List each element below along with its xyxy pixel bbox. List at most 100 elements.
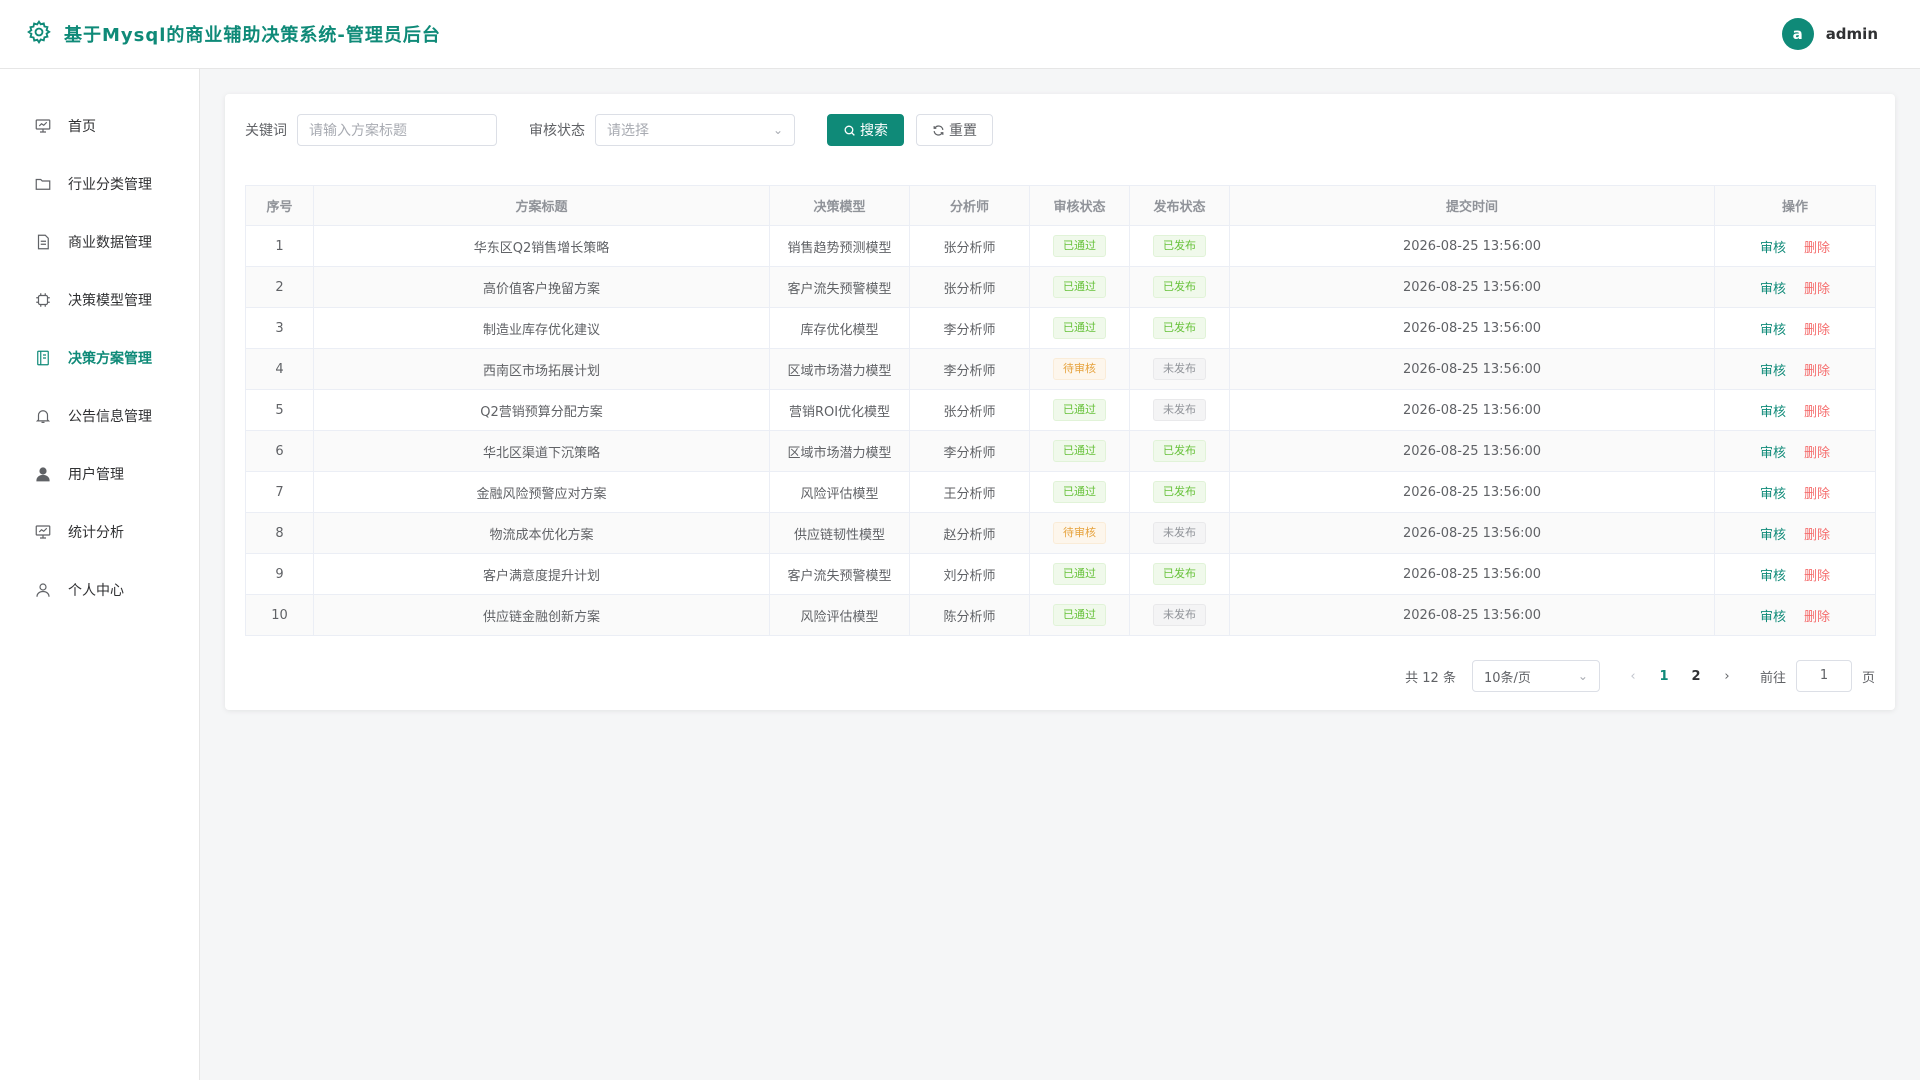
submit-time: 2026-08-25 13:56:00 — [1229, 307, 1715, 349]
publish-cell: 已发布 — [1129, 307, 1230, 349]
chevron-down-icon: ⌄ — [772, 123, 783, 137]
prev-page-icon[interactable]: ‹ — [1618, 669, 1648, 684]
sidebar: 首页 行业分类管理 商业数据管理 决策模型管理 决策方案管理 公告信息管理 用户… — [0, 69, 200, 1080]
analyst: 赵分析师 — [909, 512, 1030, 554]
actions-cell: 审核 删除 — [1714, 594, 1876, 636]
plans-panel: 关键词 请输入方案标题 审核状态 请选择 ⌄ 搜索 重置 序号 方案标题 决策模… — [225, 94, 1895, 710]
sidebar-item-business-data[interactable]: 商业数据管理 — [0, 213, 199, 271]
delete-button[interactable]: 删除 — [1804, 483, 1830, 502]
delete-button[interactable]: 删除 — [1804, 237, 1830, 256]
user-filled-icon — [36, 467, 50, 482]
sidebar-item-plans[interactable]: 决策方案管理 — [0, 329, 199, 387]
audit-button[interactable]: 审核 — [1760, 237, 1786, 256]
submit-time: 2026-08-25 13:56:00 — [1229, 430, 1715, 472]
audit-cell: 已通过 — [1029, 266, 1130, 308]
audit-status-badge: 已通过 — [1053, 563, 1106, 585]
goto-label: 前往 — [1759, 670, 1786, 686]
sidebar-item-profile[interactable]: 个人中心 — [0, 561, 199, 619]
status-select[interactable]: 请选择 ⌄ — [595, 114, 795, 146]
submit-time: 2026-08-25 13:56:00 — [1229, 553, 1715, 595]
brand: 基于Mysql的商业辅助决策系统-管理员后台 — [26, 19, 441, 49]
goto-page-input[interactable]: 1 — [1795, 660, 1852, 692]
audit-status-badge: 已通过 — [1053, 276, 1106, 298]
submit-time: 2026-08-25 13:56:00 — [1229, 594, 1715, 636]
delete-button[interactable]: 删除 — [1804, 319, 1830, 338]
column-header: 提交时间 — [1229, 185, 1715, 226]
row-number: 3 — [245, 307, 314, 349]
audit-button[interactable]: 审核 — [1760, 360, 1786, 379]
avatar[interactable]: a — [1781, 18, 1814, 50]
plan-title: 物流成本优化方案 — [313, 512, 770, 554]
delete-button[interactable]: 删除 — [1804, 442, 1830, 461]
table-row: 4 西南区市场拓展计划 区域市场潜力模型 李分析师 待审核 未发布 2026-08-25 1… — [245, 348, 1876, 390]
submit-time: 2026-08-25 13:56:00 — [1229, 266, 1715, 308]
plan-title: 华东区Q2销售增长策略 — [313, 225, 770, 267]
audit-cell: 已通过 — [1029, 471, 1130, 513]
sidebar-item-label: 用户管理 — [68, 467, 124, 483]
plan-title: Q2营销预算分配方案 — [313, 389, 770, 431]
publish-status-badge: 已发布 — [1153, 317, 1206, 339]
sidebar-item-home[interactable]: 首页 — [0, 97, 199, 155]
keyword-placeholder: 请输入方案标题 — [309, 123, 407, 139]
chevron-down-icon: ⌄ — [1577, 669, 1588, 683]
delete-button[interactable]: 删除 — [1804, 565, 1830, 584]
table-row: 8 物流成本优化方案 供应链韧性模型 赵分析师 待审核 未发布 2026-08-25 13:… — [245, 512, 1876, 554]
audit-status-badge: 待审核 — [1053, 358, 1106, 380]
decision-model: 区域市场潜力模型 — [769, 348, 910, 390]
sidebar-item-models[interactable]: 决策模型管理 — [0, 271, 199, 329]
plan-title: 供应链金融创新方案 — [313, 594, 770, 636]
sidebar-item-statistics[interactable]: 统计分析 — [0, 503, 199, 561]
audit-button[interactable]: 审核 — [1760, 278, 1786, 297]
delete-button[interactable]: 删除 — [1804, 278, 1830, 297]
search-button[interactable]: 搜索 — [827, 114, 904, 146]
folder-icon — [35, 178, 51, 190]
decision-model: 库存优化模型 — [769, 307, 910, 349]
audit-button[interactable]: 审核 — [1760, 319, 1786, 338]
sidebar-item-users[interactable]: 用户管理 — [0, 445, 199, 503]
sidebar-item-label: 决策方案管理 — [68, 351, 152, 367]
publish-status-badge: 未发布 — [1153, 604, 1206, 626]
status-placeholder: 请选择 — [607, 123, 649, 139]
publish-status-badge: 已发布 — [1153, 563, 1206, 585]
username[interactable]: admin — [1826, 25, 1878, 43]
audit-button[interactable]: 审核 — [1760, 524, 1786, 543]
delete-button[interactable]: 删除 — [1804, 401, 1830, 420]
submit-time: 2026-08-25 13:56:00 — [1229, 348, 1715, 390]
column-header: 方案标题 — [313, 185, 770, 226]
user-menu[interactable]: a admin — [1781, 18, 1894, 50]
sidebar-item-label: 统计分析 — [68, 525, 124, 541]
publish-cell: 未发布 — [1129, 348, 1230, 390]
keyword-input[interactable]: 请输入方案标题 — [297, 114, 497, 146]
delete-button[interactable]: 删除 — [1804, 524, 1830, 543]
pagination: 共 12 条 10条/页 ⌄ ‹ 1 2 › 前往 1 页 — [1405, 660, 1875, 692]
audit-button[interactable]: 审核 — [1760, 401, 1786, 420]
reset-button[interactable]: 重置 — [916, 114, 993, 146]
publish-status-badge: 已发布 — [1153, 276, 1206, 298]
submit-time: 2026-08-25 13:56:00 — [1229, 225, 1715, 267]
delete-button[interactable]: 删除 — [1804, 360, 1830, 379]
sidebar-item-industry[interactable]: 行业分类管理 — [0, 155, 199, 213]
actions-cell: 审核 删除 — [1714, 471, 1876, 513]
plan-title: 西南区市场拓展计划 — [313, 348, 770, 390]
row-number: 4 — [245, 348, 314, 390]
page-number[interactable]: 2 — [1680, 669, 1712, 684]
publish-cell: 已发布 — [1129, 430, 1230, 472]
page-number[interactable]: 1 — [1648, 669, 1680, 684]
audit-button[interactable]: 审核 — [1760, 483, 1786, 502]
user-icon — [36, 583, 50, 597]
audit-button[interactable]: 审核 — [1760, 606, 1786, 625]
next-page-icon[interactable]: › — [1712, 669, 1742, 684]
search-button-label: 搜索 — [860, 123, 888, 139]
publish-status-badge: 未发布 — [1153, 399, 1206, 421]
analyst: 张分析师 — [909, 389, 1030, 431]
table-row: 7 金融风险预警应对方案 风险评估模型 王分析师 已通过 已发布 2026-08-25 13… — [245, 471, 1876, 513]
audit-button[interactable]: 审核 — [1760, 442, 1786, 461]
row-number: 2 — [245, 266, 314, 308]
table-row: 2 高价值客户挽留方案 客户流失预警模型 张分析师 已通过 已发布 2026-08-25 1… — [245, 266, 1876, 308]
audit-cell: 已通过 — [1029, 553, 1130, 595]
delete-button[interactable]: 删除 — [1804, 606, 1830, 625]
audit-button[interactable]: 审核 — [1760, 565, 1786, 584]
page-size-select[interactable]: 10条/页 ⌄ — [1471, 660, 1600, 692]
audit-cell: 待审核 — [1029, 348, 1130, 390]
sidebar-item-notices[interactable]: 公告信息管理 — [0, 387, 199, 445]
